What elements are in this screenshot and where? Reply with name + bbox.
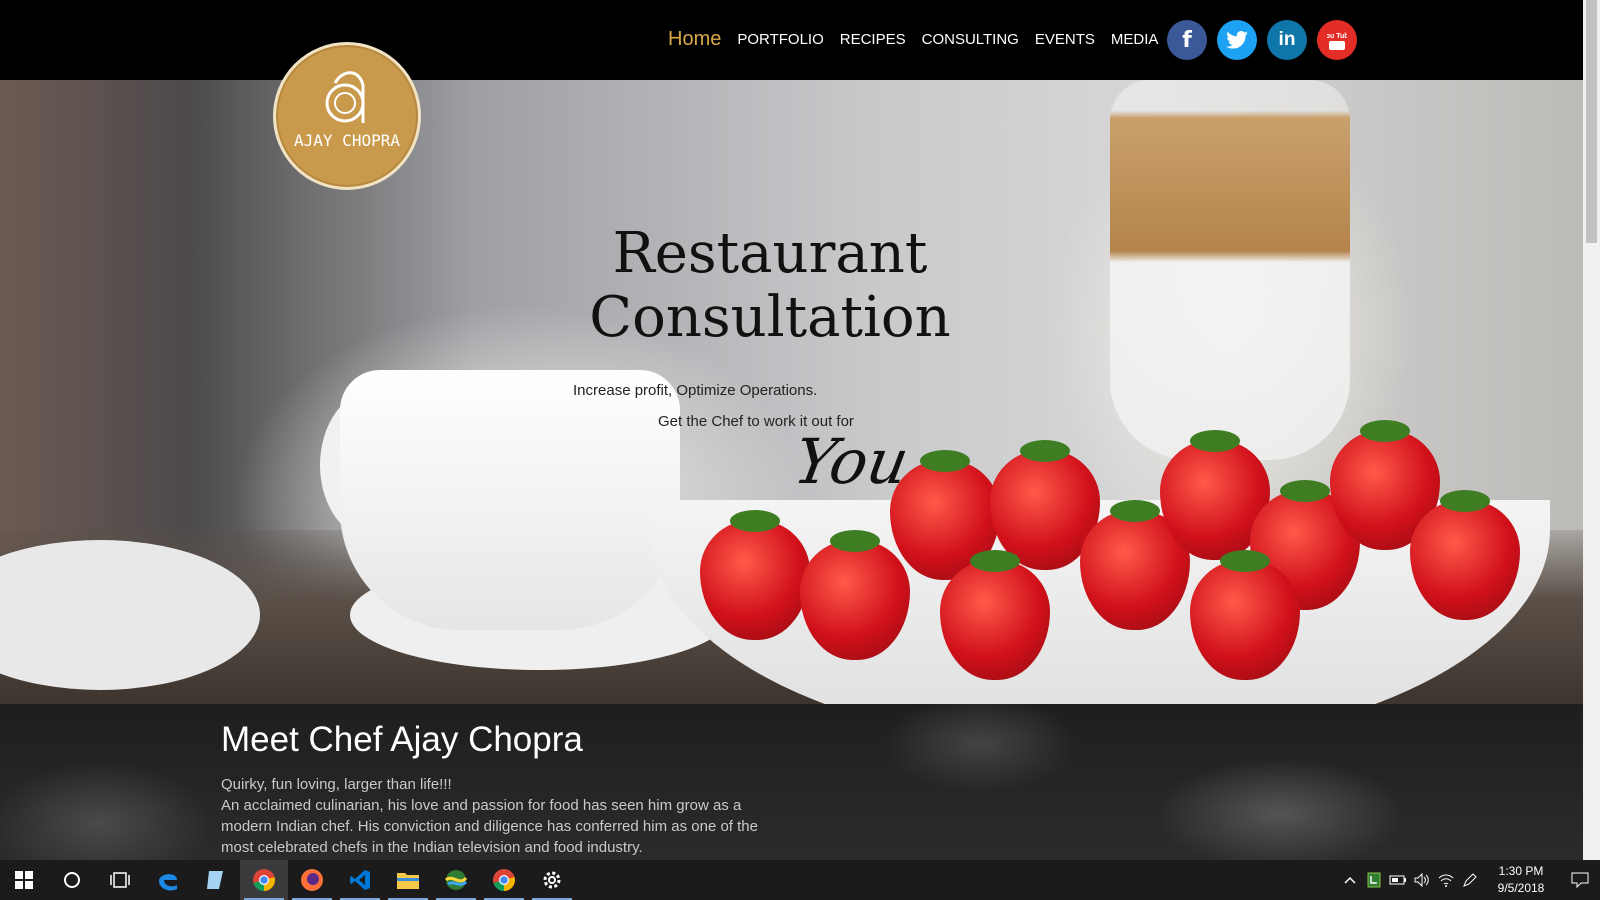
task-view-glyph-icon — [110, 872, 130, 888]
svg-text:You Tube: You Tube — [1327, 33, 1347, 40]
page-scrollbar[interactable] — [1583, 0, 1600, 860]
firefox-icon[interactable] — [288, 860, 336, 900]
vscode-icon[interactable] — [336, 860, 384, 900]
nav-media[interactable]: MEDIA — [1111, 31, 1159, 48]
about-title: Meet Chef Ajay Chopra — [221, 720, 583, 759]
brand-logo[interactable]: AJAY CHOPRA — [273, 42, 421, 190]
hero-banner: Restaurant Consultation Increase profit,… — [0, 80, 1583, 704]
chrome-logo-icon — [253, 869, 275, 891]
file-explorer-icon[interactable] — [384, 860, 432, 900]
main-nav: Home PORTFOLIO RECIPES CONSULTING EVENTS… — [668, 28, 1174, 51]
battery-icon[interactable] — [1386, 860, 1410, 900]
volume-icon[interactable] — [1410, 860, 1434, 900]
system-tray: 1:30 PM 9/5/2018 — [1338, 860, 1600, 900]
about-text: Quirky, fun loving, larger than life!!! … — [221, 774, 781, 858]
nav-consulting[interactable]: CONSULTING — [922, 31, 1019, 48]
scrollbar-thumb[interactable] — [1586, 0, 1597, 243]
chrome-icon[interactable] — [240, 860, 288, 900]
clock-date: 9/5/2018 — [1497, 881, 1545, 895]
search-icon[interactable] — [48, 860, 96, 900]
chrome-icon[interactable] — [480, 860, 528, 900]
globe-app-icon — [444, 870, 468, 890]
wifi-icon[interactable] — [1434, 860, 1458, 900]
top-navbar: Home PORTFOLIO RECIPES CONSULTING EVENTS… — [0, 0, 1583, 80]
vscode-logo-icon — [350, 870, 370, 890]
social-links: f in You Tube — [1167, 20, 1367, 60]
task-view-icon[interactable] — [96, 860, 144, 900]
hero-subtitle-1: Increase profit, Optimize Operations. — [573, 382, 818, 399]
clock-time: 1:30 PM — [1498, 864, 1544, 878]
notepad-logo-icon — [207, 871, 223, 889]
cortana-circle-icon — [64, 872, 80, 888]
windows-logo-icon — [15, 871, 33, 889]
app-tray-icon[interactable] — [1362, 860, 1386, 900]
gear-icon — [543, 871, 561, 889]
maps-icon[interactable] — [432, 860, 480, 900]
nav-events[interactable]: EVENTS — [1035, 31, 1095, 48]
youtube-logo-icon: You Tube — [1327, 33, 1347, 50]
facebook-icon[interactable]: f — [1167, 20, 1207, 60]
facebook-glyph: f — [1182, 27, 1192, 53]
chef-logo-mark-icon — [325, 71, 365, 123]
firefox-logo-icon — [301, 869, 323, 891]
notepad-icon[interactable] — [192, 860, 240, 900]
linkedin-icon[interactable]: in — [1267, 20, 1307, 60]
twitter-bird-icon — [1226, 31, 1248, 49]
nav-portfolio[interactable]: PORTFOLIO — [737, 31, 823, 48]
chevron-up-icon[interactable] — [1338, 860, 1362, 900]
linkedin-glyph: in — [1278, 29, 1296, 50]
twitter-icon[interactable] — [1217, 20, 1257, 60]
nav-home[interactable]: Home — [668, 28, 721, 51]
windows-taskbar: 1:30 PM 9/5/2018 — [0, 860, 1600, 900]
youtube-icon[interactable]: You Tube — [1317, 20, 1357, 60]
settings-icon[interactable] — [528, 860, 576, 900]
taskbar-clock[interactable]: 1:30 PM 9/5/2018 — [1482, 863, 1560, 897]
pen-icon[interactable] — [1458, 860, 1482, 900]
hero-script-word: You — [788, 425, 915, 498]
hero-cup-image — [340, 370, 680, 630]
about-section: Meet Chef Ajay Chopra Quirky, fun loving… — [0, 704, 1583, 860]
hero-title-line1: Restaurant — [612, 221, 928, 286]
edge-icon[interactable] — [144, 860, 192, 900]
about-tagline: Quirky, fun loving, larger than life!!! — [221, 776, 452, 793]
edge-logo-icon — [159, 874, 177, 891]
chrome-logo-icon — [493, 869, 515, 891]
start-icon[interactable] — [0, 860, 48, 900]
hero-title-line2: Consultation — [589, 285, 951, 350]
about-body: An acclaimed culinarian, his love and pa… — [221, 797, 758, 856]
nav-recipes[interactable]: RECIPES — [840, 31, 906, 48]
hero-title: Restaurant Consultation — [0, 222, 1540, 350]
folder-icon — [397, 873, 419, 889]
logo-text: AJAY CHOPRA — [294, 131, 400, 150]
notification-icon[interactable] — [1560, 860, 1600, 900]
